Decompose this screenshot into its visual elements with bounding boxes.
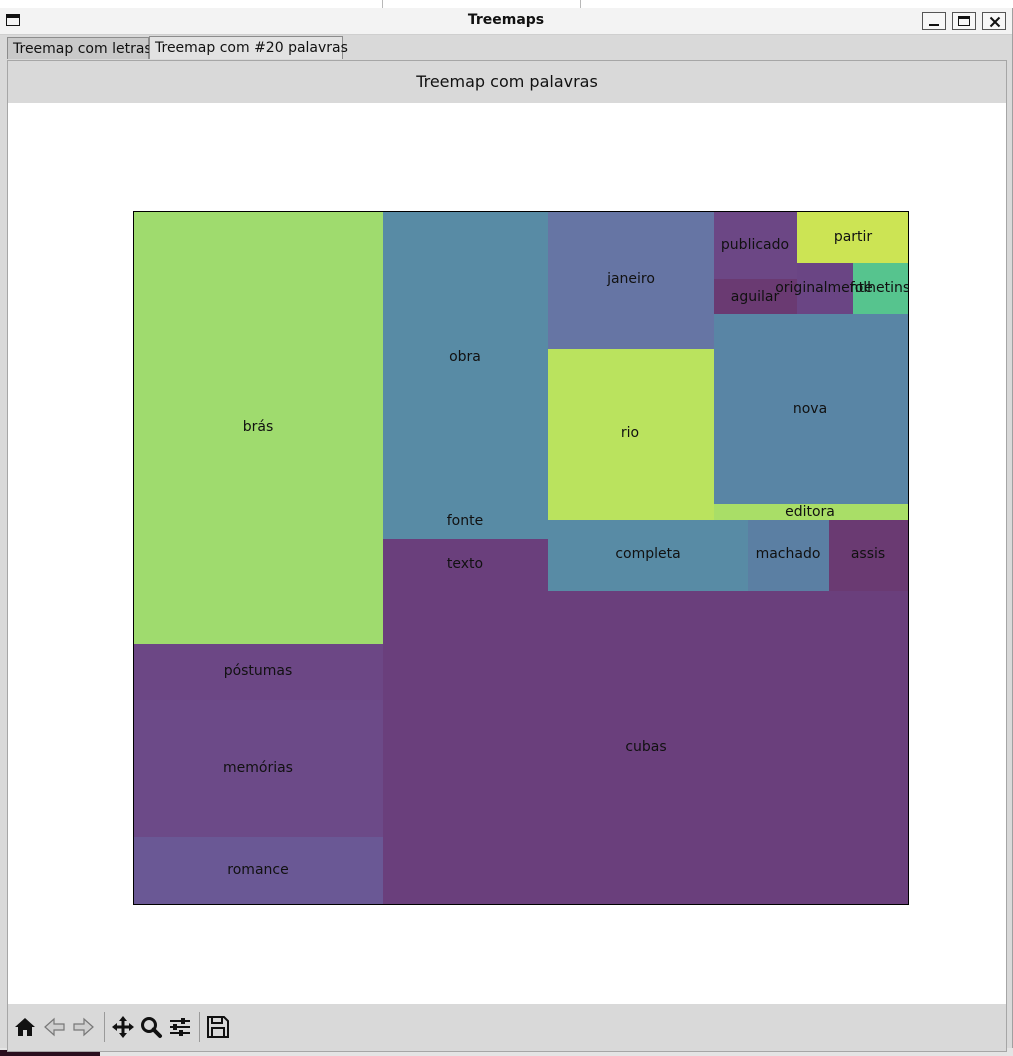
tab-treemap-palavras[interactable]: Treemap com #20 palavras [149,36,348,59]
tab-content: Treemap com palavras brás póstumas memória… [7,60,1007,1052]
forward-button[interactable] [70,1014,96,1040]
window-title: Treemaps [467,12,545,28]
close-button[interactable] [982,12,1006,30]
treemap-cell-texto [383,539,548,904]
treemap-label-obra: obra [449,349,481,365]
minimize-button[interactable] [922,12,946,30]
treemap-label-romance: romance [227,862,289,878]
treemap-label-fonte: fonte [446,513,484,529]
forward-arrow-icon [73,1017,94,1037]
treemap-label-nova: nova [792,401,828,417]
treemap-cell-obra [383,212,548,539]
zoom-icon [141,1017,162,1038]
save-button[interactable] [205,1014,231,1040]
configure-subplots-icon [170,1018,190,1036]
treemap-label-folhetins: folhetins [849,280,909,296]
app-window: Treemaps Treemap com letras Treemap com … [0,8,1013,1052]
treemap-label-postumas: póstumas [223,663,293,679]
desktop-background-top [0,0,1013,8]
treemap-label-janeiro: janeiro [607,271,655,287]
home-button[interactable] [12,1014,38,1040]
treemap-label-partir: partir [833,229,873,245]
configure-subplots-button[interactable] [167,1014,193,1040]
title-bar[interactable]: Treemaps [0,8,1012,35]
treemap-label-editora: editora [785,504,835,520]
treemap-plot[interactable]: brás póstumas memórias romance obra fonte text… [133,211,909,905]
pan-button[interactable] [110,1014,136,1040]
treemap-label-publicado: publicado [720,237,790,253]
treemap-label-bras: brás [242,419,274,435]
home-icon [15,1018,35,1036]
treemap-label-assis: assis [850,546,886,562]
close-icon [989,16,1001,28]
zoom-button[interactable] [138,1014,164,1040]
treemap-label-texto: texto [446,556,484,572]
treemap-label-aguilar: aguilar [730,289,780,305]
maximize-button[interactable] [952,12,976,30]
figure-title: Treemap com palavras [8,61,1006,103]
tab-treemap-letras[interactable]: Treemap com letras [7,37,152,59]
treemap-cell-cubas [548,591,908,904]
treemap-label-memorias: memórias [223,760,293,776]
treemap-label-completa: completa [615,546,681,562]
back-button[interactable] [42,1014,68,1040]
treemap-label-machado: machado [755,546,821,562]
treemap-label-cubas: cubas [625,739,667,755]
save-icon [207,1016,229,1038]
back-arrow-icon [44,1017,65,1037]
toolbar-separator [104,1012,105,1042]
toolbar-separator [199,1012,200,1042]
treemap-label-rio: rio [620,425,640,441]
pan-icon [112,1016,134,1038]
navigation-toolbar [8,1004,1006,1051]
